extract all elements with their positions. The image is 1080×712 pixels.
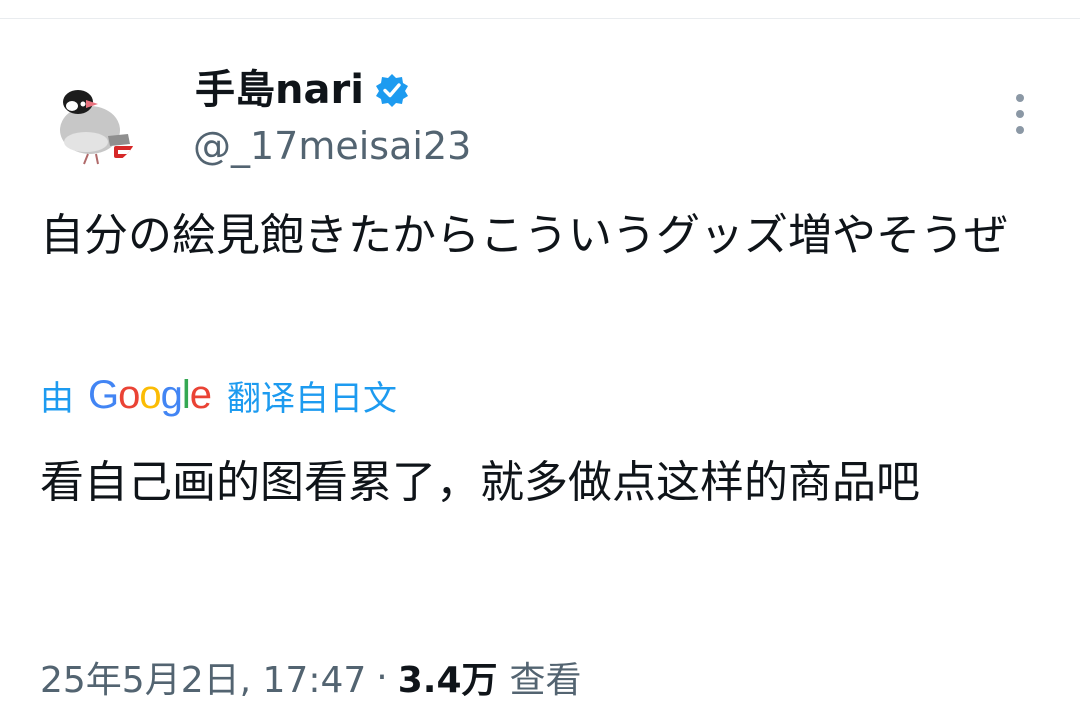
views-label: 查看: [509, 660, 582, 701]
avatar[interactable]: [48, 76, 140, 168]
translate-link[interactable]: 由 Google 翻译自日文: [40, 368, 397, 422]
name-row: 手島nari: [195, 64, 410, 116]
user-handle[interactable]: @_17meisai23: [193, 120, 471, 172]
top-divider: [0, 18, 1080, 19]
tweet-meta: 25年5月2日, 17:47 · 3.4万 查看: [40, 650, 582, 704]
tweet-text: 自分の絵見飽きたからこういうグッズ増やそうぜ: [40, 210, 1008, 261]
translate-suffix: 翻译自日文: [227, 378, 398, 419]
timestamp[interactable]: 25年5月2日, 17:47: [40, 651, 366, 703]
tweet-header: 手島nari @_17meisai23: [40, 58, 1040, 178]
display-name[interactable]: 手島nari: [195, 64, 364, 116]
java-sparrow-avatar-icon: [60, 90, 134, 165]
translated-text: 看自己画的图看累了，就多做点这样的商品吧: [40, 457, 920, 508]
google-logo: Google: [88, 372, 212, 417]
views-count: 3.4万: [397, 660, 498, 701]
more-options-button[interactable]: [998, 84, 1042, 144]
meta-separator: ·: [376, 656, 388, 698]
translate-prefix: 由: [40, 378, 74, 419]
more-vertical-icon: [1016, 94, 1024, 134]
verified-badge-icon: [375, 74, 408, 107]
tweet-detail-page: 手島nari @_17meisai23 自分の絵見飽きたからこういうグッズ増やそ…: [0, 0, 1080, 712]
